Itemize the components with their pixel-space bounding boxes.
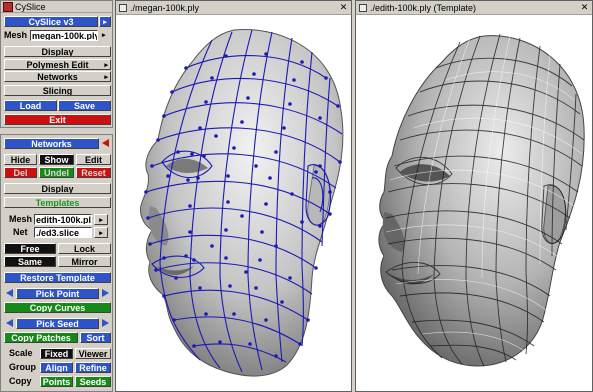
app-title: CySlice xyxy=(15,2,46,12)
app-icon xyxy=(3,2,13,12)
net-label: Net xyxy=(13,227,28,237)
save-button[interactable]: Save xyxy=(58,100,111,111)
mesh-label: Mesh xyxy=(4,30,28,40)
collapse-arrow-icon[interactable] xyxy=(102,139,109,147)
version-flag-button[interactable]: ▸ xyxy=(99,16,111,27)
align-button[interactable]: Align xyxy=(40,362,73,373)
scale-label: Scale xyxy=(9,348,33,358)
undel-button[interactable]: Undel xyxy=(39,167,74,178)
networks-button[interactable]: Networks ▸ xyxy=(4,71,111,82)
fixed-button[interactable]: Fixed xyxy=(40,348,73,359)
polymesh-edit-button[interactable]: Polymesh Edit ▸ xyxy=(4,59,111,70)
head-render-megan xyxy=(139,29,344,377)
template-mesh-field[interactable]: edith-100k.ply xyxy=(34,214,92,225)
pick-seed-prev-icon[interactable] xyxy=(6,319,13,327)
refine-button[interactable]: Refine xyxy=(75,362,111,373)
reset-button[interactable]: Reset xyxy=(76,167,111,178)
mesh-arrow-icon[interactable]: ▸ xyxy=(102,30,106,41)
networks-display-button[interactable]: Display xyxy=(4,183,111,194)
restore-template-button[interactable]: Restore Template xyxy=(4,272,111,283)
viewer-titlebar-edith: ./edith-100k.ply (Template) ✕ xyxy=(356,1,592,15)
display-button[interactable]: Display xyxy=(4,46,111,57)
exit-button[interactable]: Exit xyxy=(4,114,111,125)
pick-seed-button[interactable]: Pick Seed xyxy=(16,318,99,329)
copy-label: Copy xyxy=(9,376,32,386)
cyslice-panel: CySlice CySlice v3 ▸ Mesh megan-100k.ply… xyxy=(0,0,113,128)
points-button[interactable]: Points xyxy=(40,376,73,387)
submenu-arrow-icon: ▸ xyxy=(104,62,108,69)
free-button[interactable]: Free xyxy=(4,243,56,254)
group-label: Group xyxy=(9,362,36,372)
same-button[interactable]: Same xyxy=(4,256,56,267)
slicing-button[interactable]: Slicing xyxy=(4,85,111,96)
template-mesh-arrow-icon[interactable]: ▸ xyxy=(94,214,108,225)
networks-panel: Networks Hide Show Edit Del Undel Reset … xyxy=(0,134,113,392)
viewer-window-megan: ./megan-100k.ply ✕ xyxy=(115,0,352,392)
window-icon xyxy=(119,4,127,12)
networks-title-button[interactable]: Networks xyxy=(4,138,99,149)
head-render-edith xyxy=(378,33,585,367)
mirror-button[interactable]: Mirror xyxy=(58,256,111,267)
pick-point-button[interactable]: Pick Point xyxy=(16,288,99,299)
net-arrow-icon[interactable]: ▸ xyxy=(94,227,108,238)
copy-curves-button[interactable]: Copy Curves xyxy=(4,302,111,313)
show-button[interactable]: Show xyxy=(39,154,74,165)
viewer-title-megan: ./megan-100k.ply xyxy=(130,3,200,13)
cyslice-titlebar: CySlice xyxy=(1,1,112,13)
window-icon xyxy=(359,4,367,12)
templates-button[interactable]: Templates xyxy=(4,197,111,208)
viewer-titlebar-megan: ./megan-100k.ply ✕ xyxy=(116,1,351,15)
hide-button[interactable]: Hide xyxy=(4,154,37,165)
mesh-field[interactable]: megan-100k.ply xyxy=(30,30,98,41)
pick-seed-next-icon[interactable] xyxy=(102,319,109,327)
lock-button[interactable]: Lock xyxy=(58,243,111,254)
seeds-button[interactable]: Seeds xyxy=(75,376,111,387)
template-mesh-label: Mesh xyxy=(9,214,33,224)
close-icon[interactable]: ✕ xyxy=(580,3,589,12)
pick-point-next-icon[interactable] xyxy=(102,289,109,297)
submenu-arrow-icon: ▸ xyxy=(104,74,108,81)
version-button[interactable]: CySlice v3 xyxy=(4,16,98,27)
polymesh-edit-label: Polymesh Edit xyxy=(26,60,89,70)
load-button[interactable]: Load xyxy=(4,100,57,111)
sort-button[interactable]: Sort xyxy=(80,332,111,343)
pick-point-prev-icon[interactable] xyxy=(6,289,13,297)
copy-patches-button[interactable]: Copy Patches xyxy=(4,332,78,343)
del-button[interactable]: Del xyxy=(4,167,37,178)
close-icon[interactable]: ✕ xyxy=(339,3,348,12)
edit-button[interactable]: Edit xyxy=(76,154,111,165)
viewer-title-edith: ./edith-100k.ply (Template) xyxy=(370,3,477,13)
net-field[interactable]: ./ed3.slice xyxy=(34,227,92,238)
viewer-canvas-megan[interactable] xyxy=(116,16,351,391)
viewer-canvas-edith[interactable] xyxy=(356,16,592,391)
viewer-window-edith: ./edith-100k.ply (Template) ✕ xyxy=(355,0,593,392)
viewer-button[interactable]: Viewer xyxy=(75,348,111,359)
networks-label: Networks xyxy=(37,72,78,82)
